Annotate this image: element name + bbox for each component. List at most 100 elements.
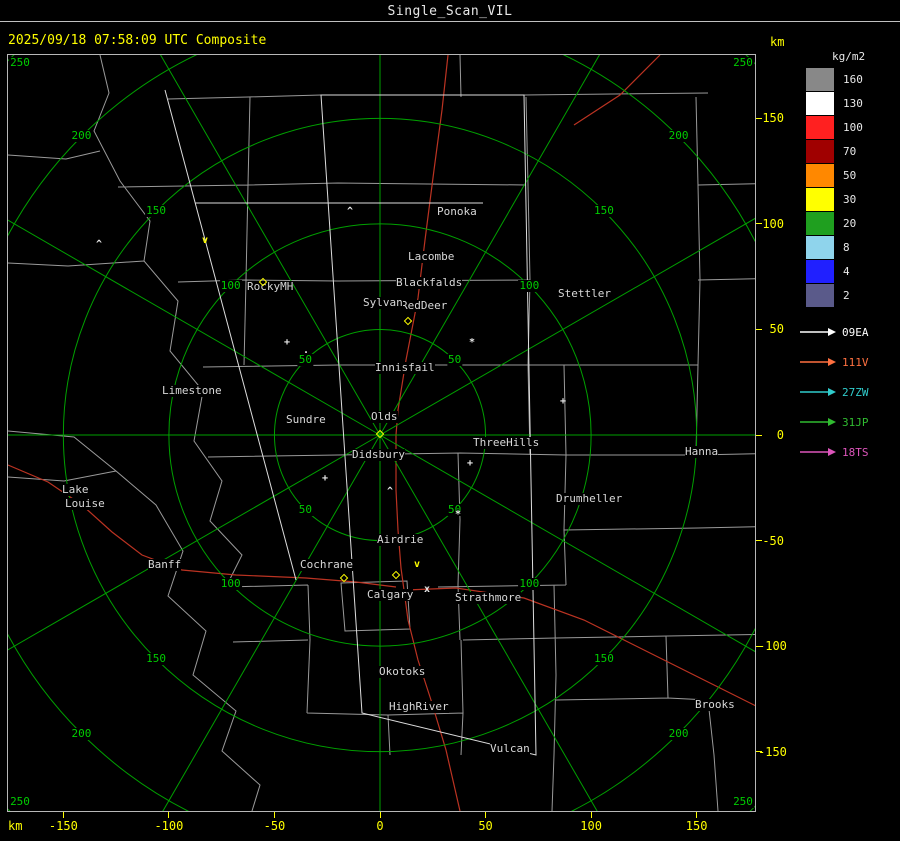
color-scale-row: 100: [806, 115, 898, 139]
color-scale-row: 4: [806, 259, 898, 283]
range-ring-label: 150: [145, 204, 168, 218]
radar-map-canvas[interactable]: 50 50 50 50 100 100 100 100 150 150 150 150 200 200 20…: [7, 54, 756, 812]
color-scale-value: 70: [843, 144, 857, 158]
city-label: Hanna: [685, 445, 719, 458]
color-scale: 160 130 100 70 50 30 20 8 4 2: [806, 67, 898, 307]
vector-legend-row: 31JP: [798, 407, 898, 437]
city-label: Olds: [371, 410, 398, 423]
city-label: ThreeHills: [473, 436, 540, 449]
city-label: Sundre: [286, 413, 326, 426]
range-ring-label: 250: [9, 56, 31, 69]
right-axis-tick-label: -100: [758, 639, 787, 654]
bottom-axis-tick-label: 150: [685, 819, 708, 833]
range-ring-label: 200: [667, 726, 690, 740]
range-ring-label: 50: [447, 353, 463, 367]
city-label: Stettler: [558, 287, 611, 300]
city-label: Lake: [62, 483, 89, 496]
city-label: Blackfalds: [396, 276, 463, 289]
color-scale-value: 30: [843, 192, 857, 206]
right-axis-tick-label: -150: [758, 744, 787, 759]
vector-legend-row: 09EA: [798, 317, 898, 347]
color-scale-row: 8: [806, 235, 898, 259]
color-scale-swatch: [806, 187, 834, 211]
color-scale-value: 20: [843, 216, 857, 230]
range-ring-label: 150: [145, 651, 168, 665]
point-marker: v: [413, 559, 421, 570]
vector-id-label: 09EA: [842, 325, 869, 339]
range-ring-label: 150: [592, 651, 615, 665]
color-scale-row: 20: [806, 211, 898, 235]
scan-area-outline: [164, 89, 537, 756]
color-scale-value: 160: [843, 72, 863, 86]
color-scale-swatch: [806, 283, 834, 307]
legend-unit-label: kg/m2: [832, 50, 866, 63]
city-label: Cochrane: [300, 558, 353, 571]
storm-vector-arrow-icon: [800, 328, 836, 336]
point-marker: .: [302, 345, 310, 356]
city-label: Banff: [148, 558, 182, 571]
city-label: Didsbury: [352, 448, 405, 461]
range-ring-label: 200: [70, 726, 93, 740]
point-marker: *: [454, 509, 462, 520]
city-label: Ponoka: [437, 205, 477, 218]
bottom-axis-tick-label: -100: [154, 819, 184, 833]
city-label: Innisfail: [375, 361, 435, 374]
right-axis-tick-label: 0: [776, 428, 784, 442]
vector-id-label: 18TS: [842, 445, 869, 459]
color-scale-value: 8: [843, 240, 850, 254]
storm-vector-arrow-icon: [800, 418, 836, 426]
storm-vector-arrow-icon: [800, 388, 836, 396]
right-axis-tick-label: 150: [762, 111, 784, 126]
color-scale-swatch: [806, 259, 834, 283]
city-label: Okotoks: [379, 665, 426, 678]
city-label: HighRiver: [389, 700, 449, 713]
range-ring-label: 50: [297, 353, 313, 367]
window-title: Single_Scan_VIL: [387, 4, 513, 19]
range-ring-label: 200: [70, 129, 93, 143]
right-axis-unit-label: km: [770, 35, 785, 49]
city-label: Limestone: [162, 384, 222, 397]
color-scale-swatch: [806, 139, 834, 163]
vector-legend-row: 18TS: [798, 437, 898, 467]
bottom-axis-tick-label: 0: [376, 819, 384, 833]
color-scale-value: 100: [843, 120, 863, 134]
city-label: Lacombe: [408, 250, 455, 263]
color-scale-row: 70: [806, 139, 898, 163]
city-label: Airdrie: [377, 533, 424, 546]
city-label: RockyMH: [247, 280, 294, 293]
right-axis-tick-label: 50: [769, 322, 784, 337]
color-scale-value: 2: [843, 288, 850, 302]
city-label: Vulcan: [490, 742, 530, 755]
point-marker: x: [423, 584, 431, 595]
color-scale-swatch: [806, 115, 834, 139]
bottom-axis-tick: [379, 812, 381, 818]
bottom-axis-unit-label: km: [8, 819, 23, 833]
color-scale-swatch: [806, 91, 834, 115]
color-scale-swatch: [806, 67, 834, 91]
bottom-axis-tick: [696, 812, 698, 818]
city-label: Strathmore: [455, 591, 522, 604]
color-scale-value: 130: [843, 96, 863, 110]
range-ring-label: 250: [732, 56, 754, 69]
range-ring-label: 50: [297, 502, 313, 516]
range-ring-label: 100: [518, 278, 541, 292]
window-titlebar: Single_Scan_VIL: [0, 0, 900, 22]
city-label: Louise: [65, 497, 105, 510]
bottom-axis-tick: [590, 812, 592, 818]
color-scale-row: 130: [806, 91, 898, 115]
city-label: Calgary: [367, 588, 414, 601]
vector-id-label: 27ZW: [842, 385, 869, 399]
color-scale-swatch: [806, 211, 834, 235]
bottom-axis-tick-label: 50: [478, 819, 493, 833]
point-marker: +: [559, 396, 567, 407]
range-ring-label: 100: [219, 577, 242, 591]
range-ring-label: 100: [518, 577, 541, 591]
vector-legend-row: 27ZW: [798, 377, 898, 407]
storm-vector-arrow-icon: [800, 358, 836, 366]
color-scale-row: 50: [806, 163, 898, 187]
color-scale-row: 30: [806, 187, 898, 211]
color-scale-swatch: [806, 235, 834, 259]
bottom-axis-tick: [273, 812, 275, 818]
bottom-axis-tick-label: -50: [263, 819, 286, 833]
point-marker: ^: [95, 239, 103, 250]
